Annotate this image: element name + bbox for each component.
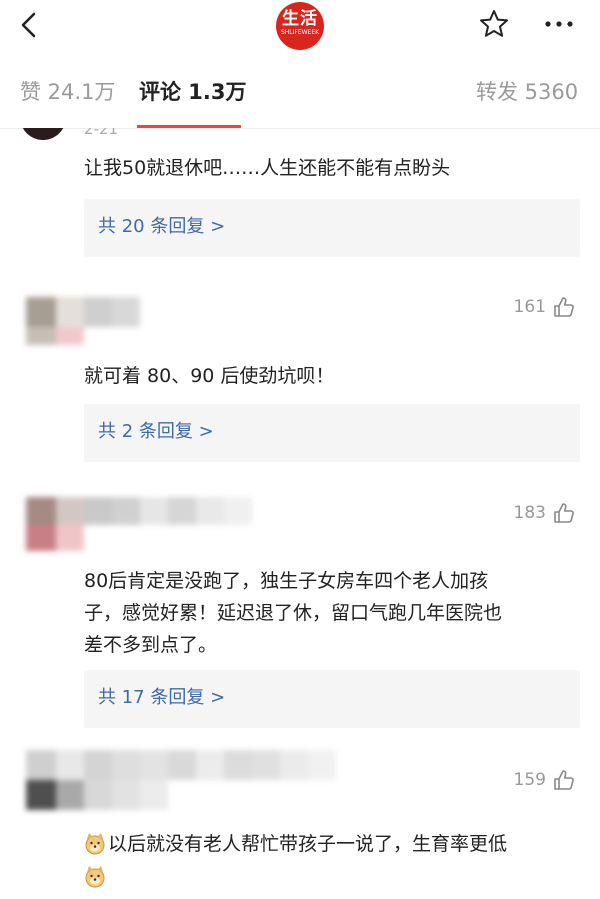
- more-icon[interactable]: [542, 10, 576, 38]
- like-button[interactable]: 159: [496, 768, 576, 792]
- like-count: 161: [513, 297, 546, 317]
- comment-text-line: 子，感觉好累！延迟退了休，留口气跑几年医院也: [84, 602, 503, 624]
- top-bar: 生活 SHLIFEWEEK: [0, 0, 600, 54]
- back-icon[interactable]: [14, 10, 44, 40]
- doge-emoji-icon: [85, 833, 105, 855]
- logo-title: 生活: [282, 9, 318, 29]
- reply-summary[interactable]: 共 17 条回复 >: [84, 670, 580, 728]
- comment-text: 以后就没有老人帮忙带孩子一说了，生育率更低: [108, 833, 508, 855]
- like-count: 159: [513, 770, 546, 790]
- comment-text-line: 差不多到点了。: [84, 634, 218, 656]
- tab-comments[interactable]: 评论 1.3万: [139, 79, 247, 105]
- like-button[interactable]: 161: [496, 295, 576, 319]
- comment-text: 80后肯定是没跑了，独生子女房车四个老人加孩 子，感觉好累！延迟退了休，留口气跑…: [84, 565, 584, 661]
- like-thumb-icon: [554, 297, 574, 317]
- reply-summary[interactable]: 共 2 条回复 >: [84, 404, 580, 462]
- reply-count-link[interactable]: 共 20 条回复 >: [98, 215, 225, 239]
- comment-list[interactable]: 2-21 让我50就退休吧……人生还能不能有点盼头 共 20 条回复 > 161…: [0, 128, 600, 899]
- like-thumb-icon: [554, 770, 574, 790]
- channel-logo[interactable]: 生活 SHLIFEWEEK: [276, 2, 324, 50]
- blurred-user-info: [0, 483, 270, 553]
- doge-emoji-icon: [85, 866, 105, 888]
- reply-summary[interactable]: 共 20 条回复 >: [84, 199, 580, 257]
- star-icon[interactable]: [478, 8, 510, 40]
- like-count: 183: [513, 503, 546, 523]
- reply-count-link[interactable]: 共 2 条回复 >: [98, 420, 214, 444]
- avatar[interactable]: [20, 128, 66, 140]
- like-button[interactable]: 183: [496, 501, 576, 525]
- like-thumb-icon: [554, 503, 574, 523]
- logo-subtitle: SHLIFEWEEK: [280, 29, 320, 36]
- comment-date: 2-21: [84, 128, 119, 138]
- comment-text-line: 80后肯定是没跑了，独生子女房车四个老人加孩: [84, 570, 489, 592]
- blurred-user-info: [0, 746, 350, 826]
- tab-likes[interactable]: 赞 24.1万: [20, 79, 115, 105]
- tab-bar: 赞 24.1万 评论 1.3万 转发 5360: [0, 68, 600, 129]
- comment-text: 让我50就退休吧……人生还能不能有点盼头: [84, 157, 451, 179]
- comment-text: 就可着 80、90 后使劲坑呗！: [84, 365, 335, 387]
- blurred-user-info: [0, 273, 170, 345]
- reply-count-link[interactable]: 共 17 条回复 >: [98, 686, 225, 710]
- tab-reposts[interactable]: 转发 5360: [476, 79, 578, 105]
